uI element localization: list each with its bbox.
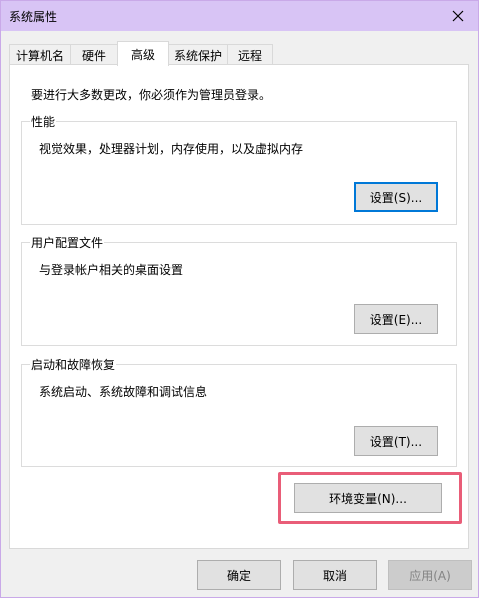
tab-advanced[interactable]: 高级 bbox=[117, 41, 169, 66]
cancel-button[interactable]: 取消 bbox=[293, 560, 377, 590]
tab-computer-name[interactable]: 计算机名 bbox=[9, 44, 71, 65]
user-profiles-title: 用户配置文件 bbox=[30, 234, 105, 251]
user-profiles-group: 用户配置文件 与登录帐户相关的桌面设置 设置(E)... bbox=[21, 234, 457, 346]
title-bar: 系统属性 bbox=[1, 1, 478, 31]
tab-label: 远程 bbox=[237, 48, 262, 63]
highlight-box bbox=[278, 472, 462, 524]
advanced-panel: 要进行大多数更改，你必须作为管理员登录。 性能 视觉效果，处理器计划，内存使用，… bbox=[9, 64, 469, 549]
tab-hardware[interactable]: 硬件 bbox=[70, 44, 118, 65]
user-profiles-settings-button[interactable]: 设置(E)... bbox=[354, 304, 438, 334]
startup-recovery-title: 启动和故障恢复 bbox=[30, 356, 117, 373]
tab-label: 硬件 bbox=[81, 48, 106, 63]
admin-note: 要进行大多数更改，你必须作为管理员登录。 bbox=[31, 88, 272, 102]
ok-button[interactable]: 确定 bbox=[197, 560, 281, 590]
performance-description: 视觉效果，处理器计划，内存使用，以及虚拟内存 bbox=[39, 142, 304, 156]
performance-group: 性能 视觉效果，处理器计划，内存使用，以及虚拟内存 设置(S)... bbox=[21, 113, 457, 225]
system-properties-window: 系统属性 计算机名 硬件 高级 系统保护 远程 要进行大多数更改，你必须作为管理… bbox=[0, 0, 479, 598]
performance-settings-button[interactable]: 设置(S)... bbox=[354, 182, 438, 212]
startup-recovery-group: 启动和故障恢复 系统启动、系统故障和调试信息 设置(T)... bbox=[21, 356, 457, 467]
tab-remote[interactable]: 远程 bbox=[227, 44, 273, 65]
tab-label: 高级 bbox=[130, 47, 155, 62]
user-profiles-description: 与登录帐户相关的桌面设置 bbox=[39, 263, 184, 277]
tab-label: 计算机名 bbox=[15, 48, 64, 63]
tab-system-protection[interactable]: 系统保护 bbox=[168, 44, 228, 65]
close-button[interactable] bbox=[438, 1, 478, 31]
close-icon bbox=[452, 10, 464, 22]
startup-recovery-settings-button[interactable]: 设置(T)... bbox=[354, 426, 438, 456]
startup-recovery-description: 系统启动、系统故障和调试信息 bbox=[39, 385, 208, 399]
apply-button[interactable]: 应用(A) bbox=[388, 560, 472, 590]
tab-label: 系统保护 bbox=[173, 48, 222, 63]
window-title: 系统属性 bbox=[9, 10, 58, 24]
performance-title: 性能 bbox=[30, 113, 57, 130]
